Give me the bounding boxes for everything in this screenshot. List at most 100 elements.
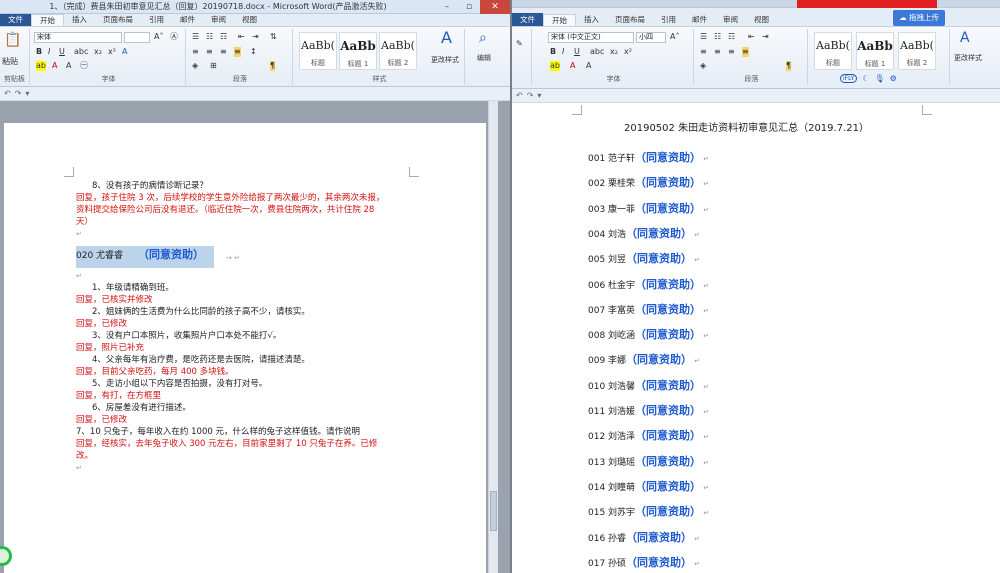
- right-shading-icon[interactable]: ◈: [700, 61, 706, 71]
- right-justify-icon[interactable]: ≡: [742, 47, 749, 57]
- right-undo-icon[interactable]: ↶: [516, 91, 523, 100]
- tab-file-right[interactable]: 文件: [512, 13, 543, 26]
- right-show-marks-icon[interactable]: ¶: [786, 61, 792, 71]
- shading-icon[interactable]: ◈: [192, 61, 198, 71]
- right-grow-font-icon[interactable]: A˄: [670, 32, 679, 42]
- left-document-page[interactable]: 8、没有孩子的病情诊断记录？ 回复，孩子住院 3 次，后续学校的学生意外险给报了…: [4, 123, 486, 573]
- right-superscript-icon[interactable]: x²: [624, 47, 632, 57]
- right-font-size-combo[interactable]: 小四: [636, 32, 666, 43]
- borders-icon[interactable]: ⊞: [210, 61, 217, 71]
- underline-icon[interactable]: U: [59, 47, 65, 57]
- format-painter-icon[interactable]: ✎: [516, 39, 523, 49]
- tab-insert-right[interactable]: 插入: [576, 14, 607, 26]
- line-spacing-icon[interactable]: ↕: [250, 47, 257, 57]
- style-heading-2[interactable]: AaBb( 标题 2: [379, 32, 417, 70]
- tab-references-right[interactable]: 引用: [653, 14, 684, 26]
- align-right-icon[interactable]: ≡: [220, 47, 227, 57]
- right-align-left-icon[interactable]: ≡: [700, 47, 707, 57]
- tab-insert[interactable]: 插入: [64, 14, 95, 26]
- close-button[interactable]: ✕: [480, 0, 510, 14]
- right-multilevel-icon[interactable]: ☶: [728, 32, 735, 42]
- right-change-styles-label[interactable]: 更改样式: [954, 53, 982, 63]
- right-document-page[interactable]: 20190502 朱田走访资料初审意见汇总（2019.7.21） 001 范子轩…: [512, 103, 1000, 573]
- tab-file[interactable]: 文件: [0, 13, 31, 26]
- italic-icon[interactable]: I: [48, 47, 50, 57]
- font-size-combo[interactable]: [124, 32, 150, 43]
- undo-icon[interactable]: ↶: [4, 89, 11, 98]
- sort-icon[interactable]: ⇅: [270, 32, 277, 42]
- maximize-button[interactable]: ▫: [458, 0, 480, 14]
- show-marks-icon[interactable]: ¶: [270, 61, 276, 71]
- cloud-upload-button[interactable]: ☁ 拖拽上传: [893, 10, 945, 26]
- tab-review[interactable]: 审阅: [203, 14, 234, 26]
- right-decrease-indent-icon[interactable]: ⇤: [748, 32, 755, 42]
- left-scrollbar-thumb[interactable]: [490, 491, 497, 531]
- find-icon[interactable]: ⌕: [479, 31, 487, 45]
- tab-page-layout-right[interactable]: 页面布局: [607, 14, 653, 26]
- right-bullets-icon[interactable]: ☰: [700, 32, 707, 42]
- right-highlight-icon[interactable]: ab: [550, 61, 560, 71]
- right-subscript-icon[interactable]: x₂: [610, 47, 618, 57]
- align-center-icon[interactable]: ≡: [206, 47, 213, 57]
- tab-view[interactable]: 视图: [234, 14, 265, 26]
- right-style-title[interactable]: AaBb( 标题: [814, 32, 852, 70]
- clear-format-icon[interactable]: Ⓐ: [170, 32, 178, 42]
- right-customize-qat-icon[interactable]: ▾: [537, 91, 541, 100]
- highlight-icon[interactable]: ab: [36, 61, 46, 71]
- ifly-settings-icon[interactable]: ⚙: [890, 74, 897, 83]
- tab-review-right[interactable]: 审阅: [715, 14, 746, 26]
- right-redo-icon[interactable]: ↷: [527, 91, 534, 100]
- decrease-indent-icon[interactable]: ⇤: [238, 32, 245, 42]
- right-bold-icon[interactable]: B: [550, 47, 556, 57]
- enclose-char-icon[interactable]: ㊀: [80, 61, 88, 71]
- style-title[interactable]: AaBb( 标题: [299, 32, 337, 70]
- left-vertical-scrollbar[interactable]: [488, 101, 498, 573]
- justify-icon[interactable]: ≡: [234, 47, 241, 57]
- change-styles-icon[interactable]: A: [441, 30, 452, 46]
- right-char-shading-icon[interactable]: A: [586, 61, 591, 71]
- right-align-center-icon[interactable]: ≡: [714, 47, 721, 57]
- grow-font-icon[interactable]: A˄: [154, 32, 163, 42]
- char-shading-icon[interactable]: A: [66, 61, 71, 71]
- style-heading-1[interactable]: AaBb 标题 1: [339, 32, 377, 70]
- tab-mailings[interactable]: 邮件: [172, 14, 203, 26]
- tab-home[interactable]: 开始: [31, 14, 64, 26]
- strikethrough-icon[interactable]: abc: [74, 47, 88, 57]
- text-effects-icon[interactable]: A: [122, 47, 127, 57]
- right-font-name-combo[interactable]: 宋体 (中文正文): [548, 32, 634, 43]
- tab-view-right[interactable]: 视图: [746, 14, 777, 26]
- right-italic-icon[interactable]: I: [562, 47, 564, 57]
- minimize-button[interactable]: –: [436, 0, 458, 14]
- redo-icon[interactable]: ↷: [15, 89, 22, 98]
- change-styles-label[interactable]: 更改样式: [431, 55, 459, 65]
- right-style-heading-2[interactable]: AaBb( 标题 2: [898, 32, 936, 70]
- ifly-logo[interactable]: iFLY: [840, 74, 858, 83]
- tab-mailings-right[interactable]: 邮件: [684, 14, 715, 26]
- customize-qat-icon[interactable]: ▾: [25, 89, 29, 98]
- right-strikethrough-icon[interactable]: abc: [590, 47, 604, 57]
- right-style-heading-1[interactable]: AaBb 标题 1: [856, 32, 894, 70]
- subscript-icon[interactable]: x₂: [94, 47, 102, 57]
- tab-references[interactable]: 引用: [141, 14, 172, 26]
- tab-home-right[interactable]: 开始: [543, 14, 576, 26]
- font-color-icon[interactable]: A: [52, 61, 57, 71]
- superscript-icon[interactable]: x²: [108, 47, 116, 57]
- ifly-moon-icon[interactable]: ☾: [862, 74, 869, 83]
- font-name-combo[interactable]: 宋体: [34, 32, 122, 43]
- multilevel-list-icon[interactable]: ☶: [220, 32, 227, 42]
- right-change-styles-icon[interactable]: A: [960, 31, 970, 45]
- paste-icon[interactable]: 📋: [4, 33, 21, 47]
- increase-indent-icon[interactable]: ⇥: [252, 32, 259, 42]
- ifly-mic-icon[interactable]: 🎙: [875, 74, 885, 83]
- tab-page-layout[interactable]: 页面布局: [95, 14, 141, 26]
- bold-icon[interactable]: B: [36, 47, 42, 57]
- editing-label[interactable]: 编辑: [477, 53, 491, 63]
- right-underline-icon[interactable]: U: [574, 47, 580, 57]
- right-align-right-icon[interactable]: ≡: [728, 47, 735, 57]
- right-increase-indent-icon[interactable]: ⇥: [762, 32, 769, 42]
- numbering-icon[interactable]: ☷: [206, 32, 213, 42]
- right-font-color-icon[interactable]: A: [570, 61, 575, 71]
- bullets-icon[interactable]: ☰: [192, 32, 199, 42]
- align-left-icon[interactable]: ≡: [192, 47, 199, 57]
- right-numbering-icon[interactable]: ☷: [714, 32, 721, 42]
